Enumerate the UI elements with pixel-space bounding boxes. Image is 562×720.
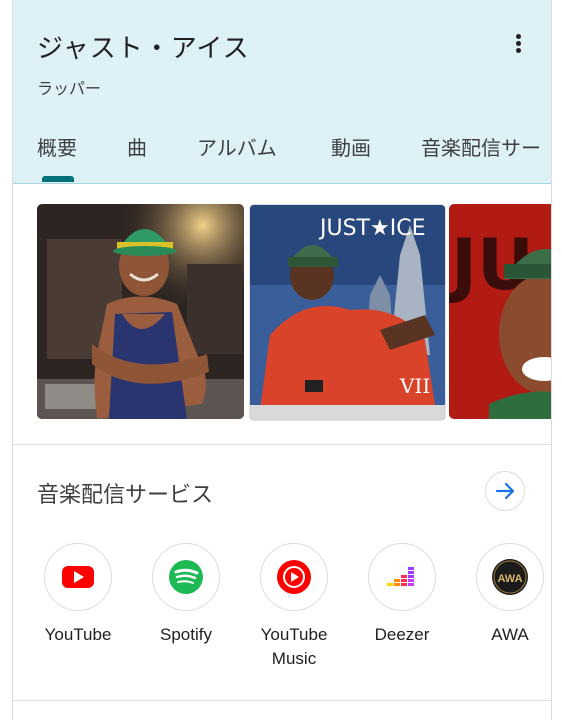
music-services-header: 音楽配信サービス <box>13 444 551 534</box>
tab-videos[interactable]: 動画 <box>331 132 371 161</box>
deezer-icon <box>387 567 414 586</box>
image-carousel: JUST★ICE VII JU <box>13 184 551 445</box>
svg-text:AWA: AWA <box>497 573 522 585</box>
music-services-title: 音楽配信サービス <box>37 483 214 508</box>
artist-photo-closeup[interactable]: JU <box>449 204 551 419</box>
artist-photo-closeup-image: JU <box>449 204 551 419</box>
more-options-button[interactable] <box>503 28 533 58</box>
service-label: Spotify <box>160 625 212 644</box>
album-cover-vii[interactable]: JUST★ICE VII <box>249 204 446 421</box>
youtube-music-icon-circle <box>260 543 328 611</box>
music-services-more-button[interactable] <box>485 471 525 511</box>
album-cover-subtitle: VII <box>399 374 430 398</box>
bottom-divider <box>13 700 551 701</box>
service-youtube-music[interactable]: YouTube Music <box>239 543 349 671</box>
entity-subtitle: ラッパー <box>37 79 102 98</box>
artist-photo-studio-image <box>37 204 244 419</box>
arrow-right-icon <box>495 482 515 500</box>
tab-selected-indicator <box>42 176 74 182</box>
youtube-music-icon <box>277 560 311 594</box>
service-label: Deezer <box>374 625 430 644</box>
youtube-icon-circle <box>44 543 112 611</box>
awa-icon: AWA <box>492 559 528 595</box>
tab-songs[interactable]: 曲 <box>127 132 147 161</box>
more-vert-icon-dot <box>516 41 521 46</box>
service-deezer[interactable]: Deezer <box>347 543 457 647</box>
panel-header: ジャスト・アイス ラッパー 概要 曲 アルバム 動画 音楽配信サー <box>13 0 551 184</box>
spotify-icon <box>169 560 203 594</box>
tab-overview[interactable]: 概要 <box>37 132 77 161</box>
tab-albums[interactable]: アルバム <box>197 132 277 161</box>
service-spotify[interactable]: Spotify <box>131 543 241 647</box>
entity-title: ジャスト・アイス <box>37 34 250 64</box>
service-label: YouTube <box>44 625 112 644</box>
spotify-icon-circle <box>152 543 220 611</box>
service-youtube[interactable]: YouTube <box>23 543 133 647</box>
album-cover-image: JUST★ICE VII <box>250 205 445 420</box>
tab-bar: 概要 曲 アルバム 動画 音楽配信サー <box>13 132 551 182</box>
more-vert-icon <box>516 34 521 39</box>
youtube-icon <box>62 566 94 588</box>
artist-photo-studio[interactable] <box>37 204 244 419</box>
album-cover-title: JUST★ICE <box>318 216 425 241</box>
service-label: AWA <box>491 625 529 644</box>
awa-icon-circle: AWA <box>476 543 544 611</box>
service-awa[interactable]: AWA AWA <box>455 543 551 647</box>
knowledge-panel-card: ジャスト・アイス ラッパー 概要 曲 アルバム 動画 音楽配信サー JUST★I… <box>12 0 552 720</box>
deezer-icon-circle <box>368 543 436 611</box>
tab-music-services[interactable]: 音楽配信サー <box>421 132 541 161</box>
service-label: YouTube Music <box>260 625 328 668</box>
music-services-list: YouTube Spotify YouTube Music Deezer AWA… <box>13 534 551 684</box>
more-vert-icon-dot <box>516 48 521 53</box>
